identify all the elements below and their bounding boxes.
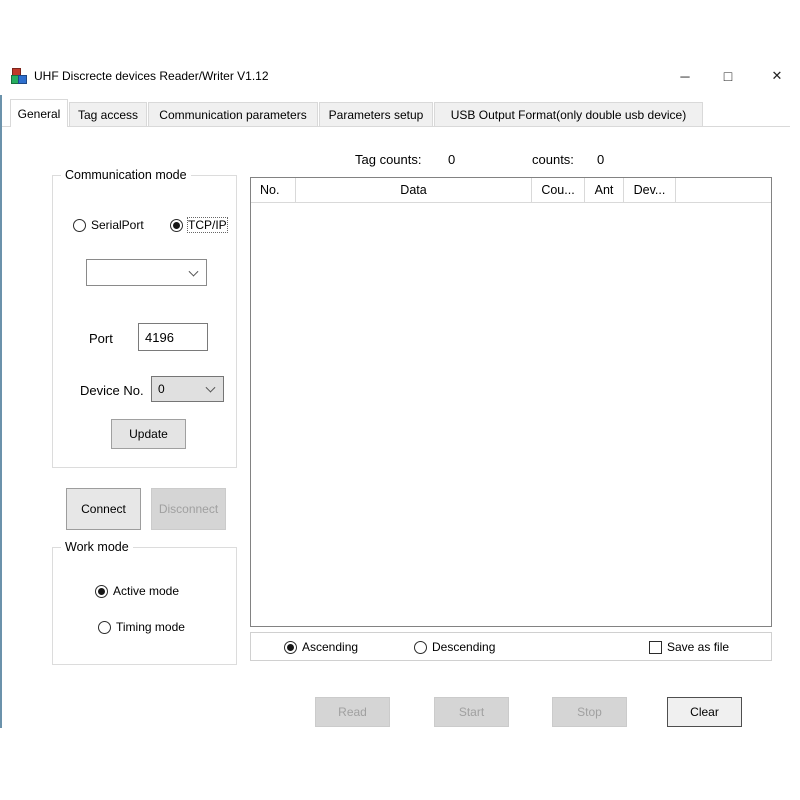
serialport-radio-circle	[73, 219, 86, 232]
ascending-radio-circle	[284, 641, 297, 654]
sort-options-bar: Ascending Descending Save as file	[250, 632, 772, 661]
column-header-no[interactable]: No.	[251, 178, 296, 202]
timing-mode-radio[interactable]: Timing mode	[98, 620, 185, 634]
device-no-value: 0	[158, 382, 165, 396]
maximize-button[interactable]: □	[711, 62, 745, 90]
counts-value: 0	[597, 152, 604, 167]
app-window: UHF Discrecte devices Reader/Writer V1.1…	[2, 58, 790, 728]
device-no-label: Device No.	[80, 383, 144, 398]
chevron-down-icon	[189, 266, 199, 276]
tag-counts-label: Tag counts:	[355, 152, 422, 167]
tcpip-radio-circle	[170, 219, 183, 232]
app-icon	[11, 68, 28, 85]
minimize-icon: ─	[680, 69, 689, 84]
work-mode-group: Work mode Active mode Timing mode	[52, 547, 237, 665]
work-mode-legend: Work mode	[61, 540, 133, 554]
ascending-radio[interactable]: Ascending	[284, 640, 358, 654]
timing-mode-radio-label: Timing mode	[116, 620, 185, 634]
communication-mode-legend: Communication mode	[61, 168, 191, 182]
table-body-empty	[251, 203, 771, 626]
app-icon-cube-blue	[18, 75, 27, 84]
column-header-dev[interactable]: Dev...	[624, 178, 676, 202]
ascending-radio-label: Ascending	[302, 640, 358, 654]
communication-mode-group: Communication mode SerialPort TCP/IP Por…	[52, 175, 237, 468]
active-mode-radio-circle	[95, 585, 108, 598]
chevron-down-icon	[206, 383, 216, 393]
start-button[interactable]: Start	[434, 697, 509, 727]
port-label: Port	[89, 331, 113, 346]
active-mode-radio-label: Active mode	[113, 584, 179, 598]
tcpip-radio[interactable]: TCP/IP	[170, 218, 227, 232]
update-button[interactable]: Update	[111, 419, 186, 449]
device-no-combobox[interactable]: 0	[151, 376, 224, 402]
save-as-file-checkbox-box	[649, 641, 662, 654]
stop-button[interactable]: Stop	[552, 697, 627, 727]
close-button[interactable]: ✕	[760, 62, 794, 90]
tag-counts-value: 0	[448, 152, 455, 167]
clear-button[interactable]: Clear	[667, 697, 742, 727]
descending-radio[interactable]: Descending	[414, 640, 495, 654]
tcpip-radio-label: TCP/IP	[188, 218, 227, 232]
timing-mode-radio-circle	[98, 621, 111, 634]
window-title: UHF Discrecte devices Reader/Writer V1.1…	[34, 69, 269, 83]
connect-button[interactable]: Connect	[66, 488, 141, 530]
tab-strip: General Tag access Communication paramet…	[2, 99, 790, 127]
title-bar: UHF Discrecte devices Reader/Writer V1.1…	[2, 58, 790, 96]
column-header-filler	[676, 178, 771, 202]
serialport-radio[interactable]: SerialPort	[73, 218, 144, 232]
column-header-count[interactable]: Cou...	[532, 178, 585, 202]
save-as-file-label: Save as file	[667, 640, 729, 654]
tag-data-table[interactable]: No. Data Cou... Ant Dev...	[250, 177, 772, 627]
tab-usb-output-format[interactable]: USB Output Format(only double usb device…	[434, 102, 703, 127]
minimize-button[interactable]: ─	[668, 62, 702, 90]
active-mode-radio[interactable]: Active mode	[95, 584, 179, 598]
close-icon: ✕	[772, 68, 783, 84]
tab-general[interactable]: General	[10, 99, 68, 127]
save-as-file-checkbox[interactable]: Save as file	[649, 640, 729, 654]
descending-radio-circle	[414, 641, 427, 654]
port-input[interactable]	[138, 323, 208, 351]
column-header-data[interactable]: Data	[296, 178, 532, 202]
column-header-ant[interactable]: Ant	[585, 178, 624, 202]
tab-parameters-setup[interactable]: Parameters setup	[319, 102, 433, 127]
serialport-radio-label: SerialPort	[91, 218, 144, 232]
tab-tag-access[interactable]: Tag access	[69, 102, 147, 127]
maximize-icon: □	[724, 68, 732, 84]
port-select-combobox[interactable]	[86, 259, 207, 286]
disconnect-button[interactable]: Disconnect	[151, 488, 226, 530]
read-button[interactable]: Read	[315, 697, 390, 727]
descending-radio-label: Descending	[432, 640, 495, 654]
counts-label: counts:	[532, 152, 574, 167]
table-header-row: No. Data Cou... Ant Dev...	[251, 178, 771, 203]
tab-communication-parameters[interactable]: Communication parameters	[148, 102, 318, 127]
